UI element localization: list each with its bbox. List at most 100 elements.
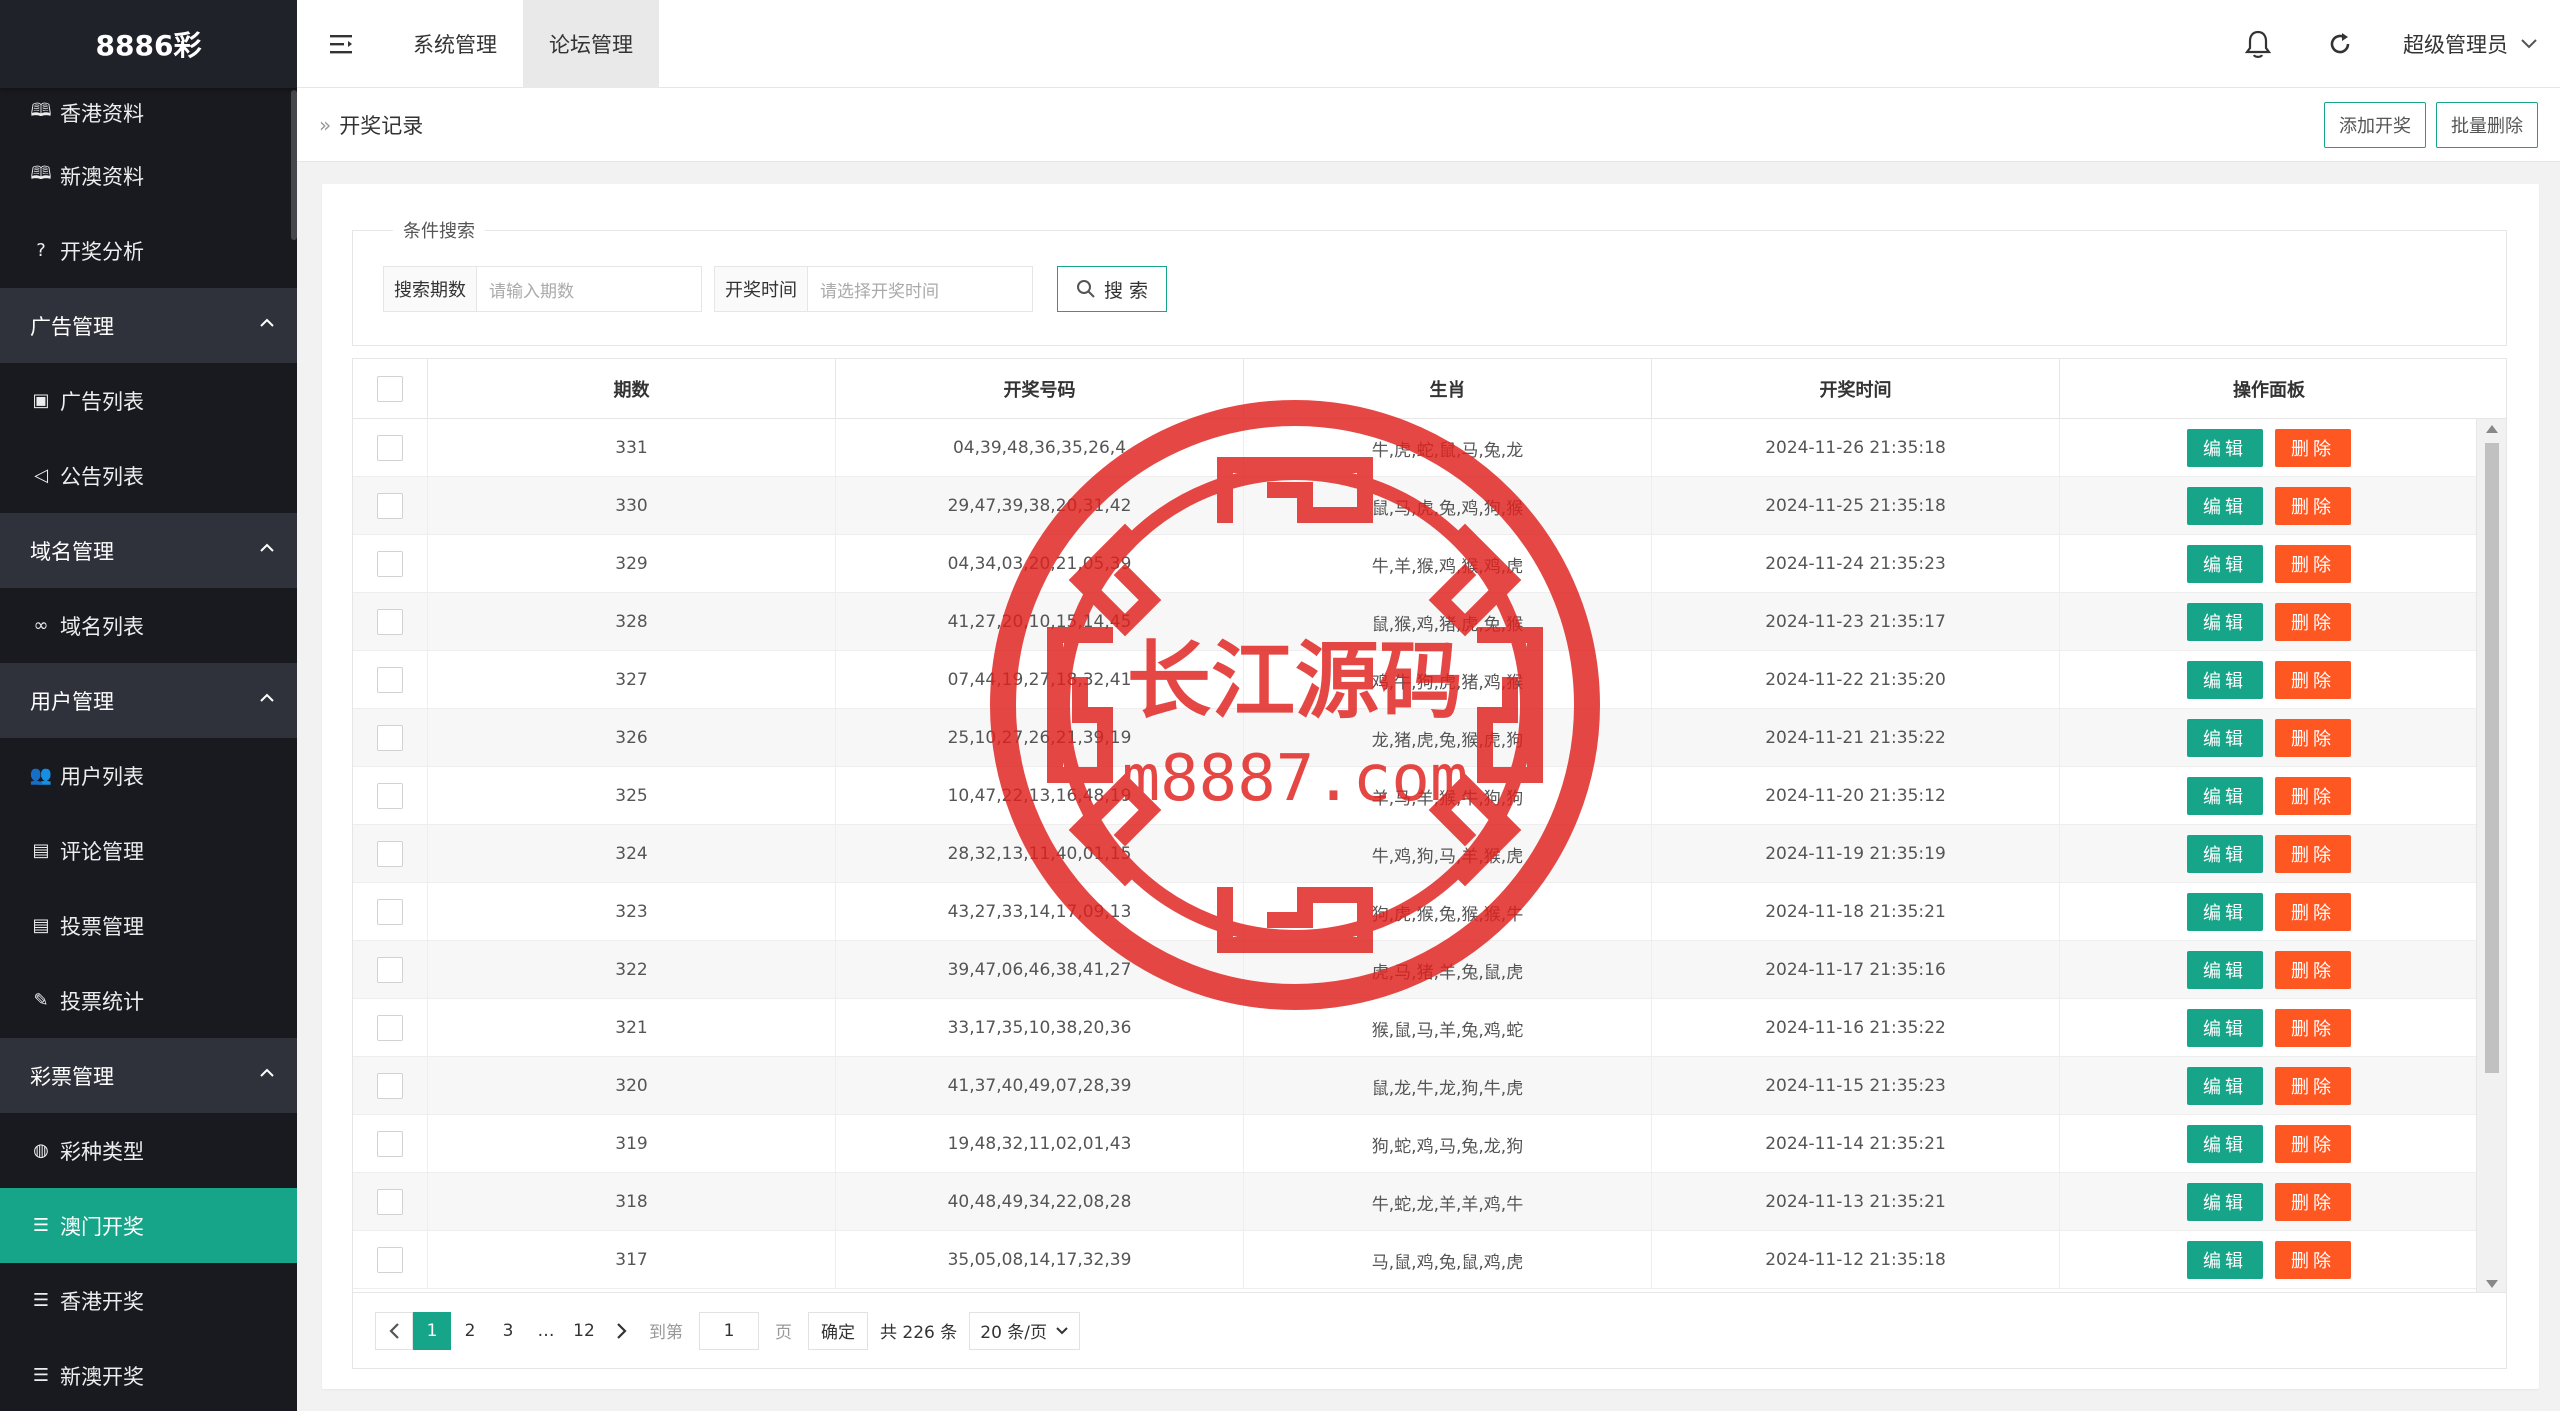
edit-button[interactable]: 编辑 [2187, 1183, 2263, 1221]
batch-delete-button[interactable]: 批量删除 [2436, 102, 2538, 148]
table-row: 317 35,05,08,14,17,32,39 马,鼠,鸡,兔,鼠,鸡,虎 2024… [353, 1231, 2506, 1289]
scroll-up-icon[interactable] [2486, 425, 2498, 433]
page-button[interactable]: 2 [451, 1311, 489, 1350]
delete-button[interactable]: 删除 [2275, 951, 2351, 989]
sidebar-item-15[interactable]: ☰ 澳门开奖 [0, 1188, 297, 1263]
delete-button[interactable]: 删除 [2275, 545, 2351, 583]
delete-button[interactable]: 删除 [2275, 1009, 2351, 1047]
sidebar-item-0[interactable]: 🕮 香港资料 [0, 88, 297, 138]
sidebar-item-2[interactable]: ? 开奖分析 [0, 213, 297, 288]
sidebar-item-16[interactable]: ☰ 香港开奖 [0, 1263, 297, 1338]
table-scrollbar[interactable] [2476, 419, 2506, 1292]
delete-button[interactable]: 删除 [2275, 1183, 2351, 1221]
refresh-icon[interactable] [2299, 0, 2381, 88]
sidebar-item-6[interactable]: 域名管理 [0, 513, 297, 588]
cell-numbers: 07,44,19,27,18,32,41 [836, 651, 1244, 709]
sidebar-item-17[interactable]: ☰ 新澳开奖 [0, 1338, 297, 1411]
select-all-checkbox[interactable] [377, 376, 403, 402]
edit-button[interactable]: 编辑 [2187, 1241, 2263, 1279]
app-logo[interactable]: 8886彩 [0, 0, 297, 88]
sidebar-item-9[interactable]: 👥 用户列表 [0, 738, 297, 813]
period-label: 搜索期数 [383, 266, 476, 312]
header-time[interactable]: 开奖时间 [1652, 359, 2060, 419]
sidebar-item-7[interactable]: ∞ 域名列表 [0, 588, 297, 663]
row-checkbox[interactable] [377, 435, 403, 461]
bell-icon[interactable] [2217, 0, 2299, 88]
delete-button[interactable]: 删除 [2275, 603, 2351, 641]
edit-button[interactable]: 编辑 [2187, 603, 2263, 641]
menu-toggle-icon[interactable] [297, 0, 387, 88]
scroll-down-icon[interactable] [2486, 1280, 2498, 1288]
sidebar-item-8[interactable]: 用户管理 [0, 663, 297, 738]
edit-button[interactable]: 编辑 [2187, 777, 2263, 815]
delete-button[interactable]: 删除 [2275, 1125, 2351, 1163]
row-checkbox[interactable] [377, 899, 403, 925]
edit-button[interactable]: 编辑 [2187, 1125, 2263, 1163]
tab-forum[interactable]: 论坛管理 [523, 0, 659, 88]
scroll-thumb[interactable] [2485, 443, 2499, 1073]
sidebar-item-13[interactable]: 彩票管理 [0, 1038, 297, 1113]
edit-button[interactable]: 编辑 [2187, 951, 2263, 989]
edit-button[interactable]: 编辑 [2187, 719, 2263, 757]
row-checkbox[interactable] [377, 667, 403, 693]
delete-button[interactable]: 删除 [2275, 1067, 2351, 1105]
sidebar-item-11[interactable]: ▤ 投票管理 [0, 888, 297, 963]
time-input[interactable]: 请选择开奖时间 [807, 266, 1033, 312]
edit-button[interactable]: 编辑 [2187, 429, 2263, 467]
per-page-select[interactable]: 20 条/页 [969, 1311, 1081, 1350]
row-checkbox[interactable] [377, 551, 403, 577]
prev-page-button[interactable] [375, 1311, 413, 1350]
user-menu[interactable]: 超级管理员 [2381, 29, 2560, 59]
breadcrumb: » 开奖记录 [297, 110, 423, 140]
search-button[interactable]: 搜 索 [1057, 266, 1167, 312]
delete-button[interactable]: 删除 [2275, 1241, 2351, 1279]
add-draw-button[interactable]: 添加开奖 [2324, 102, 2426, 148]
page-button[interactable]: 12 [565, 1311, 603, 1350]
sidebar-item-14[interactable]: ◍ 彩种类型 [0, 1113, 297, 1188]
edit-button[interactable]: 编辑 [2187, 487, 2263, 525]
header-zodiac[interactable]: 生肖 [1244, 359, 1652, 419]
row-checkbox[interactable] [377, 783, 403, 809]
row-checkbox[interactable] [377, 1189, 403, 1215]
edit-button[interactable]: 编辑 [2187, 893, 2263, 931]
edit-button[interactable]: 编辑 [2187, 1067, 2263, 1105]
row-checkbox[interactable] [377, 841, 403, 867]
delete-button[interactable]: 删除 [2275, 661, 2351, 699]
edit-button[interactable]: 编辑 [2187, 661, 2263, 699]
next-page-button[interactable] [603, 1311, 641, 1350]
edit-button[interactable]: 编辑 [2187, 835, 2263, 873]
sidebar-item-5[interactable]: ◁ 公告列表 [0, 438, 297, 513]
sidebar-item-12[interactable]: ✎ 投票统计 [0, 963, 297, 1038]
list-icon: ☰ [32, 1365, 50, 1386]
row-checkbox[interactable] [377, 725, 403, 751]
sidebar-item-10[interactable]: ▤ 评论管理 [0, 813, 297, 888]
goto-confirm-button[interactable]: 确定 [808, 1311, 868, 1350]
delete-button[interactable]: 删除 [2275, 719, 2351, 757]
row-checkbox[interactable] [377, 1015, 403, 1041]
period-input[interactable]: 请输入期数 [476, 266, 702, 312]
row-checkbox[interactable] [377, 493, 403, 519]
page-button[interactable]: 1 [413, 1311, 451, 1350]
row-checkbox[interactable] [377, 957, 403, 983]
page-button[interactable]: 3 [489, 1311, 527, 1350]
delete-button[interactable]: 删除 [2275, 487, 2351, 525]
goto-page-input[interactable]: 1 [699, 1311, 759, 1350]
edit-button[interactable]: 编辑 [2187, 545, 2263, 583]
sidebar-item-3[interactable]: 广告管理 [0, 288, 297, 363]
row-select-cell [353, 1173, 428, 1231]
sidebar-item-1[interactable]: 🕮 新澳资料 [0, 138, 297, 213]
row-checkbox[interactable] [377, 1247, 403, 1273]
delete-button[interactable]: 删除 [2275, 835, 2351, 873]
edit-button[interactable]: 编辑 [2187, 1009, 2263, 1047]
delete-button[interactable]: 删除 [2275, 893, 2351, 931]
header-period[interactable]: 期数 [428, 359, 836, 419]
row-checkbox[interactable] [377, 609, 403, 635]
select-all-cell [353, 359, 428, 419]
tab-system[interactable]: 系统管理 [387, 0, 523, 88]
row-checkbox[interactable] [377, 1131, 403, 1157]
delete-button[interactable]: 删除 [2275, 429, 2351, 467]
row-checkbox[interactable] [377, 1073, 403, 1099]
sidebar-item-4[interactable]: ▣ 广告列表 [0, 363, 297, 438]
delete-button[interactable]: 删除 [2275, 777, 2351, 815]
header-numbers[interactable]: 开奖号码 [836, 359, 1244, 419]
